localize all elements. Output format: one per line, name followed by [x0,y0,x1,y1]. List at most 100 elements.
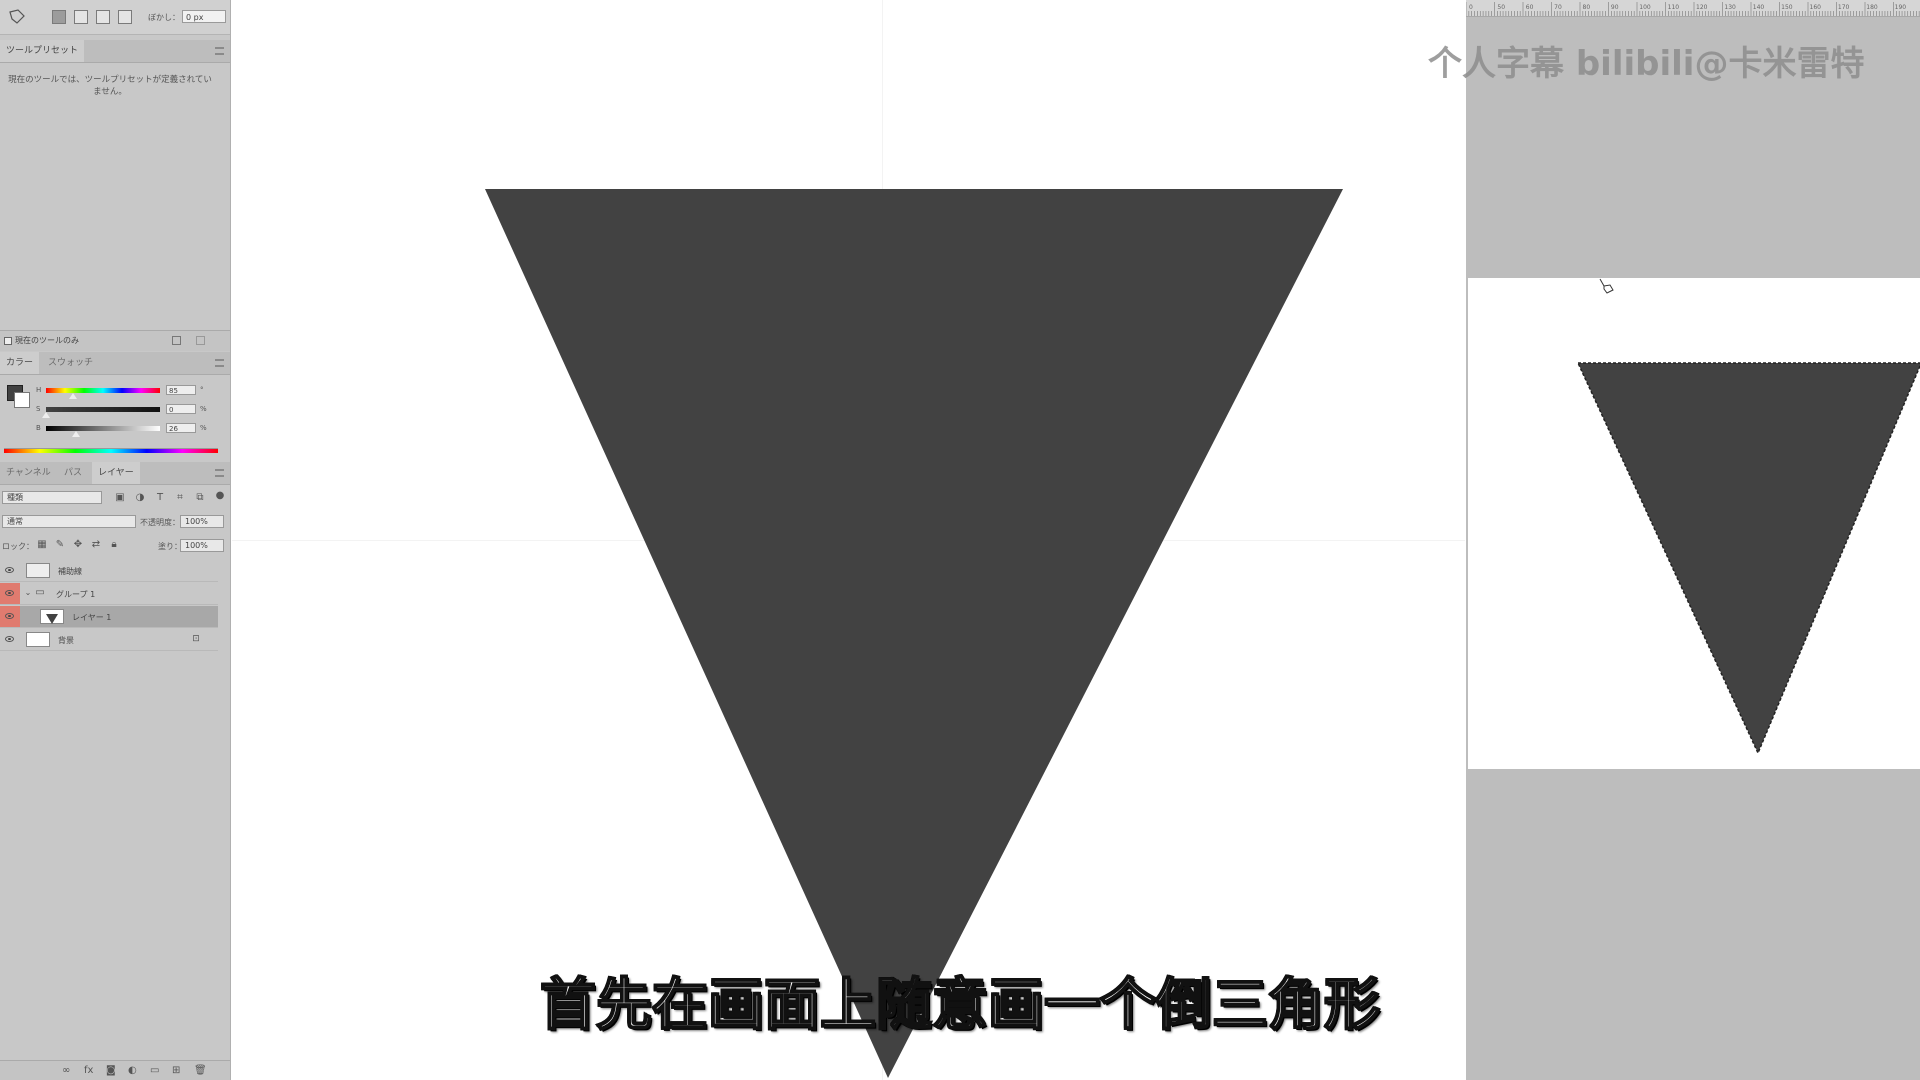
link-layers-icon[interactable]: ∞ [62,1065,70,1076]
lock-artboard-icon[interactable]: ⇄ [90,539,102,550]
filter-type-icon[interactable]: T [154,492,166,503]
filter-adjustment-icon[interactable]: ◑ [134,492,146,503]
delete-layer-icon[interactable]: 🗑︎ [194,1065,207,1076]
feather-input[interactable]: 0 px [182,10,226,23]
visibility-toggle[interactable] [0,629,20,650]
saturation-unit: % [200,405,207,413]
visibility-toggle[interactable] [0,583,20,604]
opacity-input[interactable]: 100% [180,515,224,528]
lock-image-icon[interactable]: ✎ [54,539,66,550]
filter-pixel-icon[interactable]: ▣ [114,492,126,503]
opacity-label: 不透明度： [140,518,180,527]
layer-row[interactable]: 背景 ⊡ [0,629,218,651]
layer-row[interactable]: レイヤー 1 [0,606,218,628]
tab-tool-presets[interactable]: ツールプリセット [0,40,85,62]
new-layer-icon[interactable]: ⊞ [172,1065,180,1076]
chevron-down-icon[interactable]: ⌄ [22,588,34,597]
filter-smart-object-icon[interactable]: ⧉ [194,492,206,503]
lock-position-icon[interactable]: ✥ [72,539,84,550]
ruler-ticks: 0 50 60 70 80 90 100 110 120 130 140 150 160 170 180 19… [1466,2,1920,16]
new-preset-icon[interactable] [172,336,181,345]
panel-menu-icon[interactable] [215,47,224,55]
ruler-tick-label: 150 [1781,4,1793,11]
eye-icon [5,567,14,573]
layer-row[interactable]: ⌄ ▭ グループ 1 [0,583,218,605]
tab-paths[interactable]: パス [58,462,88,484]
tab-layers[interactable]: レイヤー [92,462,140,484]
left-panel: ぼかし： 0 px ツールプリセット 現在のツールでは、ツールプリセットが定義さ… [0,0,231,1080]
lock-transparent-icon[interactable]: ▦ [36,539,48,550]
visibility-toggle[interactable] [0,560,20,581]
tab-color[interactable]: カラー [0,352,40,374]
polygonal-lasso-cursor-icon [1599,278,1614,294]
navigator-preview: 0 50 60 70 80 90 100 110 120 130 140 150 160 170 180 19… [1466,0,1920,1080]
layers-bottom-toolbar: ∞ fx ◙ ◐ ▭ ⊞ 🗑︎ [0,1060,230,1080]
eye-icon [5,613,14,619]
saturation-slider-thumb[interactable] [42,412,50,418]
hue-slider-thumb[interactable] [69,393,78,399]
brightness-letter: B [36,424,41,432]
delete-preset-icon[interactable] [196,336,205,345]
layer-name: グループ 1 [56,590,96,599]
ruler-tick-label: 100 [1639,4,1651,11]
tab-channels[interactable]: チャンネル [0,462,57,484]
lock-label: ロック： [2,542,34,551]
adjustment-layer-icon[interactable]: ◐ [128,1065,137,1076]
hue-track[interactable] [46,388,160,393]
layer-thumbnail [40,609,64,624]
new-selection-icon[interactable] [52,10,66,24]
ruler-tick-label: 60 [1526,4,1534,11]
add-mask-icon[interactable]: ◙ [106,1065,116,1076]
panel-menu-icon[interactable] [215,359,224,367]
fill-input[interactable]: 100% [180,539,224,552]
tool-presets-footer: 現在のツールのみ [0,330,230,351]
layer-row[interactable]: 補助線 [0,560,218,582]
triangle-thumbnail-icon [46,614,58,624]
intersect-selection-icon[interactable] [118,10,132,24]
layer-thumbnail [26,632,50,647]
tab-swatches[interactable]: スウォッチ [42,352,99,374]
hue-value[interactable]: 85 [166,385,196,395]
new-group-icon[interactable]: ▭ [150,1065,159,1076]
brightness-track[interactable] [46,426,160,431]
lock-all-icon[interactable]: 🔒︎ [108,539,120,550]
ruler-tick-label: 50 [1497,4,1505,11]
selected-triangle-preview [1576,362,1920,755]
ruler-tick-label: 180 [1866,4,1878,11]
color-tabbar: カラー スウォッチ [0,352,230,375]
ruler-tick-label: 140 [1753,4,1765,11]
layer-style-icon[interactable]: fx [84,1065,93,1076]
visibility-toggle[interactable] [0,606,20,627]
layer-filter-select[interactable]: 種類 [2,491,102,504]
lock-icon: ⊡ [192,634,200,644]
layer-name: レイヤー 1 [72,613,112,622]
options-bar: ぼかし： 0 px [0,0,230,35]
saturation-value[interactable]: 0 [166,404,196,414]
eye-icon [5,636,14,642]
add-to-selection-icon[interactable] [74,10,88,24]
saturation-track[interactable] [46,407,160,412]
horizontal-ruler[interactable]: 0 50 60 70 80 90 100 110 120 130 140 150 160 170 180 19… [1466,0,1920,17]
fill-label: 塗り： [158,542,182,551]
polygonal-lasso-icon[interactable] [8,8,26,26]
current-tool-only-label: 現在のツールのみ [15,336,79,345]
subtract-from-selection-icon[interactable] [96,10,110,24]
inverted-triangle-shape[interactable] [232,0,1465,1080]
brightness-unit: % [200,424,207,432]
layer-name: 背景 [58,636,74,645]
blend-mode-select[interactable]: 通常 [2,515,136,528]
ruler-tick-label: 90 [1611,4,1619,11]
filter-toggle-icon[interactable]: ● [214,490,226,501]
ruler-tick-label: 120 [1696,4,1708,11]
ruler-tick-label: 170 [1838,4,1850,11]
filter-shape-icon[interactable]: ⌗ [174,492,186,503]
panel-menu-icon[interactable] [215,469,224,477]
current-tool-only-checkbox[interactable] [4,337,12,345]
brightness-value[interactable]: 26 [166,423,196,433]
ruler-tick-label: 160 [1810,4,1822,11]
background-color-swatch[interactable] [14,392,30,408]
preview-document[interactable] [1468,278,1920,769]
brightness-slider-thumb[interactable] [71,431,80,437]
document-canvas[interactable] [232,0,1465,1080]
color-spectrum-bar[interactable] [4,448,218,453]
